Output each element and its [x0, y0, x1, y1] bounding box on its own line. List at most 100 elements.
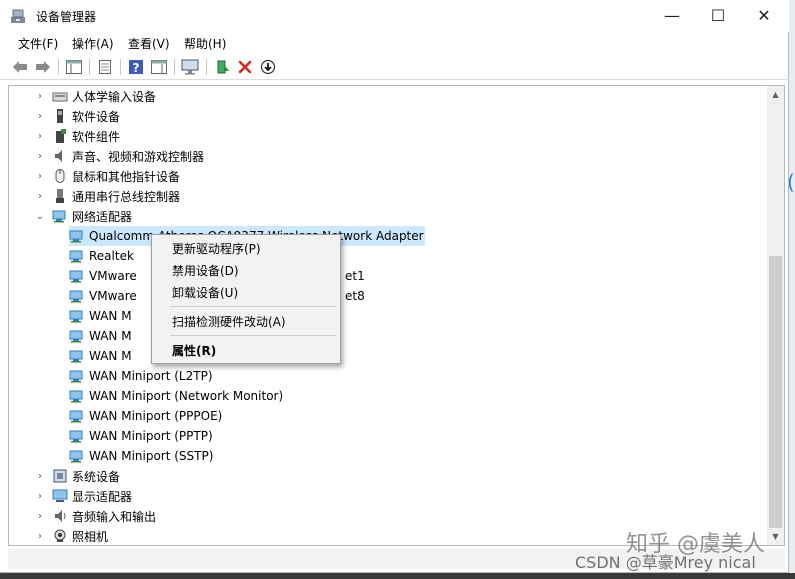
tree-item-adapter-wan-2[interactable]: WAN M [69, 326, 132, 346]
tree-item-adapter-realtek[interactable]: Realtek [69, 246, 134, 266]
scan-monitor-button[interactable] [181, 58, 199, 76]
menu-separator [170, 306, 336, 307]
menu-bar: 文件(F) 操作(A) 查看(V) 帮助(H) [0, 32, 789, 53]
network-adapter-icon [69, 410, 83, 423]
scroll-down-arrow-icon[interactable]: ▼ [767, 528, 784, 545]
window-title: 设备管理器 [36, 10, 97, 24]
tree-item-label: 人体学输入设备 [72, 89, 157, 104]
menu-item-scan-hardware[interactable]: 扫描检测硬件改动(A) [152, 310, 340, 332]
minimize-icon: — [664, 5, 680, 25]
display-adapter-icon [52, 489, 68, 502]
tree-item-adapter-wan-netmon[interactable]: WAN Miniport (Network Monitor) [69, 386, 283, 406]
chevron-right-icon[interactable]: › [35, 131, 45, 142]
vertical-scrollbar[interactable]: ▲ ▼ [767, 86, 784, 545]
uninstall-device-icon [238, 60, 252, 74]
tree-item-adapter-vmware-1[interactable]: VMware [69, 266, 137, 286]
back-button[interactable] [11, 58, 29, 76]
menu-help[interactable]: 帮助(H) [184, 35, 226, 52]
menu-file[interactable]: 文件(F) [18, 35, 58, 52]
tree-item-label: WAN Miniport (Network Monitor) [89, 389, 284, 403]
desktop-background-bottom [0, 573, 795, 579]
tree-item-label: 网络适配器 [72, 209, 133, 224]
menu-item-properties[interactable]: 属性(R) [152, 339, 340, 361]
tree-item-adapter-wan-sstp[interactable]: WAN Miniport (SSTP) [69, 446, 213, 466]
network-adapter-icon [69, 450, 83, 463]
scan-hardware-icon [260, 59, 276, 75]
menu-view[interactable]: 查看(V) [128, 35, 170, 52]
chevron-down-icon[interactable]: ⌄ [35, 211, 45, 222]
network-adapter-icon [69, 350, 83, 363]
chevron-right-icon[interactable]: › [35, 471, 45, 482]
maximize-button[interactable]: ☐ [695, 0, 741, 30]
tree-item-label: 软件组件 [72, 129, 121, 144]
update-driver-icon [217, 60, 229, 74]
tree-item-label: 音频输入和输出 [72, 509, 157, 524]
tree-item-label: WAN Miniport (SSTP) [89, 449, 214, 463]
software-device-icon [57, 109, 63, 123]
tree-item-label-tail: et8 [345, 289, 365, 303]
chevron-right-icon[interactable]: › [35, 151, 45, 162]
tree-item-adapter-wan-1[interactable]: WAN M [69, 306, 132, 326]
chevron-right-icon[interactable]: › [35, 491, 45, 502]
chevron-right-icon[interactable]: › [35, 91, 45, 102]
scroll-up-arrow-icon[interactable]: ▲ [767, 86, 784, 103]
tree-item-adapter-wan-l2tp[interactable]: WAN Miniport (L2TP) [69, 366, 213, 386]
menu-item-disable-device[interactable]: 禁用设备(D) [152, 259, 340, 281]
tree-item-adapter-wan-pppoe[interactable]: WAN Miniport (PPPOE) [69, 406, 222, 426]
camera-icon [54, 529, 66, 542]
chevron-right-icon[interactable]: › [35, 511, 45, 522]
chevron-right-icon[interactable]: › [35, 171, 45, 182]
chevron-right-icon[interactable]: › [35, 531, 45, 542]
network-adapter-icon [69, 230, 83, 243]
forward-button[interactable] [34, 58, 52, 76]
help-button[interactable]: ? [127, 58, 145, 76]
properties-button[interactable] [96, 58, 114, 76]
chevron-right-icon[interactable]: › [35, 191, 45, 202]
tree-item-label: WAN Miniport (PPTP) [89, 429, 213, 443]
back-arrow-icon [13, 61, 27, 73]
minimize-button[interactable]: — [649, 0, 695, 30]
toolbar-separator [206, 59, 207, 75]
device-tree[interactable]: › 人体学输入设备 › 软件设备 › 软件组件 › 声音、视频和游戏控制器 › … [8, 85, 785, 546]
tree-item-label: 显示适配器 [72, 489, 133, 504]
close-icon: ✕ [757, 5, 771, 25]
console-tree-button[interactable] [65, 58, 83, 76]
scan-hardware-button[interactable] [259, 58, 277, 76]
menu-action[interactable]: 操作(A) [72, 35, 114, 52]
toolbar-separator [120, 59, 121, 75]
tree-item-label: VMware [89, 289, 137, 303]
close-button[interactable]: ✕ [741, 0, 787, 30]
properties-icon [99, 60, 111, 74]
uninstall-device-button[interactable] [236, 58, 254, 76]
network-adapter-icon [69, 330, 83, 343]
audio-io-icon [55, 510, 66, 522]
monitor-icon [181, 59, 199, 75]
software-component-icon [56, 129, 66, 143]
scrollbar-thumb[interactable] [769, 256, 782, 528]
system-device-icon [53, 469, 67, 483]
toolbar-separator [89, 59, 90, 75]
chevron-right-icon[interactable]: › [35, 111, 45, 122]
maximize-icon: ☐ [710, 5, 726, 25]
tree-item-label: WAN Miniport (L2TP) [89, 369, 213, 383]
show-hide-console-tree-icon [66, 60, 82, 74]
tree-item-adapter-wan-pptp[interactable]: WAN Miniport (PPTP) [69, 426, 213, 446]
network-adapter-icon [52, 210, 66, 223]
svg-text:?: ? [133, 61, 140, 75]
tree-item-label: Realtek [89, 249, 134, 263]
tree-item-adapter-vmware-8[interactable]: VMware [69, 286, 137, 306]
action-pane-icon [151, 60, 167, 74]
device-manager-window: 设备管理器 — ☐ ✕ 文件(F) 操作(A) 查看(V) 帮助(H) ? › … [0, 0, 789, 573]
hid-icon [52, 92, 68, 102]
menu-item-update-driver[interactable]: 更新驱动程序(P) [152, 237, 340, 259]
tree-item-adapter-wan-3[interactable]: WAN M [69, 346, 132, 366]
tree-item-label: 系统设备 [72, 469, 121, 484]
tree-item-label: WAN M [89, 349, 132, 363]
update-driver-button[interactable] [213, 58, 231, 76]
menu-item-uninstall-device[interactable]: 卸载设备(U) [152, 281, 340, 303]
network-adapter-icon [69, 310, 83, 323]
action-pane-button[interactable] [150, 58, 168, 76]
tree-item-label: WAN Miniport (PPPOE) [89, 409, 223, 423]
toolbar: ? [0, 54, 789, 80]
tree-item-label: WAN M [89, 309, 132, 323]
